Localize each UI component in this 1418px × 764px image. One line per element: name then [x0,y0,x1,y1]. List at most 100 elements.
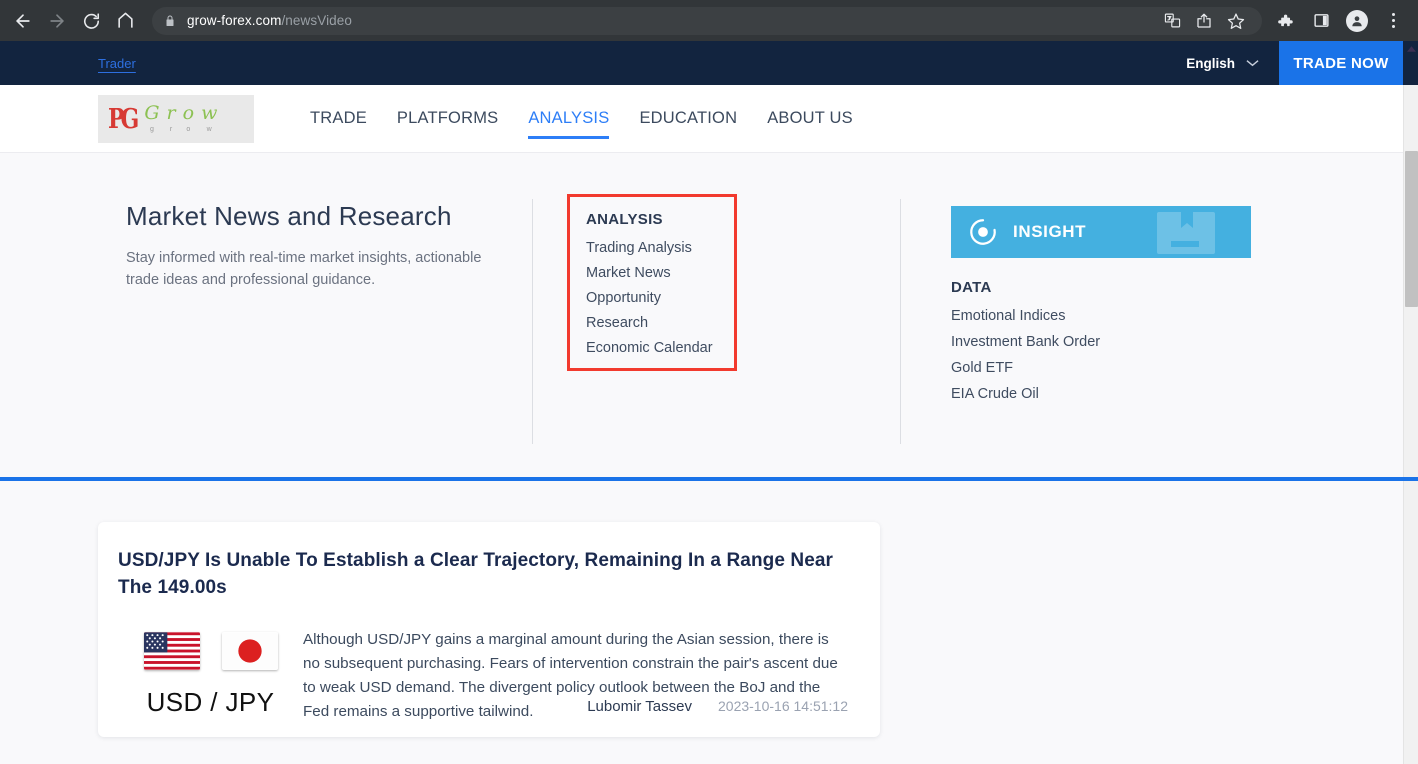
logo-letter-small: g [149,126,154,133]
news-card[interactable]: USD/JPY Is Unable To Establish a Clear T… [98,522,880,737]
page-title: Market News and Research [126,201,452,231]
site-logo[interactable]: PG G g r r o o w w [98,94,254,143]
scrollbar-thumb[interactable] [1405,151,1418,307]
profile-avatar-icon [1346,9,1368,32]
book-icon [1155,210,1217,258]
logo-letter-big: G [144,102,160,124]
url-domain: grow-forex.com [187,13,282,28]
translate-button[interactable] [1158,7,1186,35]
menu-item-investment-bank-order[interactable]: Investment Bank Order [951,334,1100,350]
nav-item-analysis[interactable]: ANALYSIS [528,85,610,153]
logo-letter-small: w [206,126,212,133]
url-path: /newsVideo [281,13,352,28]
home-button[interactable] [108,4,142,38]
url-text: grow-forex.com/newsVideo [187,13,352,28]
news-title: USD/JPY Is Unable To Establish a Clear T… [118,550,834,598]
menu-item-emotional-indices[interactable]: Emotional Indices [951,308,1100,324]
chevron-up-icon [1407,46,1416,52]
trade-now-button[interactable]: TRADE NOW [1279,41,1403,85]
omnibox-actions [1158,7,1250,35]
primary-nav-links: TRADE PLATFORMS ANALYSIS EDUCATION ABOUT… [310,85,853,153]
side-panel-button[interactable] [1304,4,1338,38]
share-button[interactable] [1190,7,1218,35]
column-divider-right [900,199,901,444]
news-author: Lubomir Tassev [587,698,692,715]
logo-letter: G g [144,102,160,134]
chevron-down-icon [1246,60,1259,67]
back-button[interactable] [6,4,40,38]
insight-circle-icon [968,217,998,247]
mega-menu-inner: Market News and Research Stay informed w… [0,153,1403,489]
back-arrow-icon [16,13,30,28]
scrollbar-up-button[interactable] [1404,41,1418,57]
news-meta: Lubomir Tassev 2023-10-16 14:51:12 [587,698,848,715]
utility-bar-right: English TRADE NOW [1186,41,1403,85]
menu-item-market-news[interactable]: Market News [586,265,734,281]
menu-item-trading-analysis[interactable]: Trading Analysis [586,240,734,256]
analysis-heading: ANALYSIS [586,211,663,228]
site-utility-bar: Trader English TRADE NOW [0,41,1403,85]
home-icon [117,12,133,28]
news-section: USD/JPY Is Unable To Establish a Clear T… [0,481,1403,764]
nav-item-trade[interactable]: TRADE [310,85,367,153]
nav-item-platforms[interactable]: PLATFORMS [397,85,498,153]
logo-letter-small: r [169,126,173,133]
flag-pair [118,632,303,670]
analysis-mega-menu: Market News and Research Stay informed w… [0,153,1403,489]
page-scrollbar[interactable] [1403,41,1418,764]
japan-flag-icon [221,632,278,670]
bookmark-button[interactable] [1222,7,1250,35]
nav-item-education[interactable]: EDUCATION [639,85,737,153]
mega-menu-intro: Market News and Research Stay informed w… [126,201,506,292]
browser-right-icons [1268,4,1410,38]
insight-label: INSIGHT [1013,222,1087,241]
side-panel-icon [1313,14,1329,27]
browser-menu-button[interactable] [1376,4,1410,38]
logo-letter-big: w [201,102,218,124]
address-bar[interactable]: grow-forex.com/newsVideo [152,6,1262,35]
menu-item-gold-etf[interactable]: Gold ETF [951,360,1100,376]
extensions-button[interactable] [1268,4,1302,38]
scrollbar-divider-fill [1403,477,1418,481]
translate-icon [1164,13,1180,28]
reload-icon [83,13,99,29]
three-dot-menu-icon [1391,13,1395,28]
logo-wordmark: G g r r o o w w [144,102,224,134]
page-content: Trader English TRADE NOW PG G g r r o o … [0,41,1403,764]
insight-banner[interactable]: INSIGHT [951,206,1251,258]
browser-nav-buttons [0,4,142,38]
analysis-menu-group: ANALYSIS Trading Analysis Market News Op… [567,194,737,371]
currency-pair-label: USD / JPY [146,686,275,717]
menu-item-economic-calendar[interactable]: Economic Calendar [586,340,734,356]
menu-item-opportunity[interactable]: Opportunity [586,290,734,306]
page-viewport: Trader English TRADE NOW PG G g r r o o … [0,41,1418,764]
column-divider-left [532,199,533,444]
logo-letter-small: o [186,126,191,133]
language-selector[interactable]: English [1186,41,1279,85]
logo-letter: o o [182,102,195,134]
logo-letter: r r [166,102,176,134]
logo-letter-big: o [182,102,195,124]
language-label: English [1186,55,1235,71]
forward-arrow-icon [50,13,64,28]
browser-toolbar: grow-forex.com/newsVideo [0,0,1418,41]
menu-item-eia-crude-oil[interactable]: EIA Crude Oil [951,386,1100,402]
logo-letter: w w [201,102,218,134]
logo-monogram: PG [108,102,139,135]
star-icon [1227,12,1245,29]
logo-letter-big: r [166,102,176,124]
share-icon [1197,13,1211,28]
menu-item-research[interactable]: Research [586,315,734,331]
trader-link[interactable]: Trader [98,56,136,71]
news-timestamp: 2023-10-16 14:51:12 [718,698,848,714]
main-navigation: PG G g r r o o w w TRADE PLATFORMS ANALY… [0,85,1403,153]
lock-icon [164,14,176,28]
puzzle-icon [1278,14,1293,26]
forward-button[interactable] [40,4,74,38]
nav-item-about-us[interactable]: ABOUT US [767,85,853,153]
reload-button[interactable] [74,4,108,38]
currency-pair-block: USD / JPY [118,628,303,724]
profile-button[interactable] [1340,4,1374,38]
data-heading: DATA [951,279,992,296]
page-subtitle: Stay informed with real-time market insi… [126,250,482,289]
